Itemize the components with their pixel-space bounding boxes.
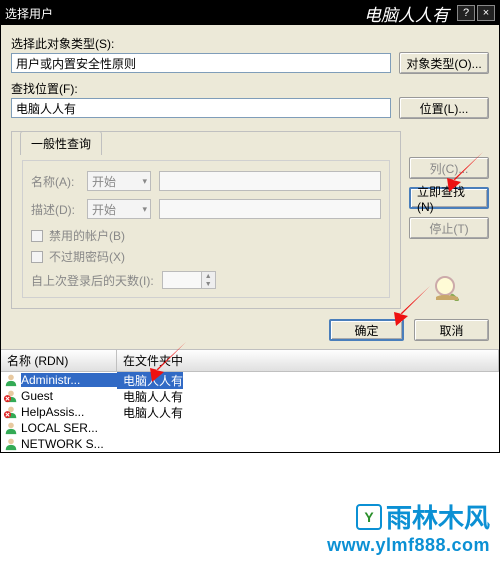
chevron-down-icon: ▼ [202,280,215,288]
checkbox-icon [31,251,43,263]
stop-button[interactable]: 停止(T) [409,217,489,239]
desc-operator-select[interactable]: 开始▾ [87,199,151,219]
titlebar: 选择用户 电脑人人有 ? × [1,1,499,25]
watermark: Y 雨林木风 www.ylmf888.com [327,498,490,556]
results-body: Administr...电脑人人有Guest电脑人人有HelpAssis...电… [1,372,499,452]
cell-name: LOCAL SER... [21,421,117,435]
cell-name: Guest [21,389,117,403]
location-label: 查找位置(F): [11,80,489,97]
cell-name: Administr... [21,373,117,387]
user-icon [3,373,19,387]
column-name[interactable]: 名称 (RDN) [1,350,117,371]
user-icon [3,437,19,451]
ok-button[interactable]: 确定 [329,319,404,341]
name-operator-select[interactable]: 开始▾ [87,171,151,191]
disabled-accounts-checkbox[interactable]: 禁用的帐户(B) [31,227,381,244]
object-types-button[interactable]: 对象类型(O)... [399,52,489,74]
name-row: 名称(A): 开始▾ [31,171,381,191]
tab-general-query[interactable]: 一般性查询 [20,131,102,155]
cancel-button[interactable]: 取消 [414,319,489,341]
cell-name: HelpAssis... [21,405,117,419]
desc-input[interactable] [159,199,381,219]
chevron-up-icon: ▲ [202,272,215,280]
object-type-field[interactable] [11,53,391,73]
location-field[interactable] [11,98,391,118]
table-row[interactable]: HelpAssis...电脑人人有 [1,404,499,420]
cell-folder: 电脑人人有 [117,404,183,421]
nonexpiring-password-checkbox[interactable]: 不过期密码(X) [31,248,381,265]
table-row[interactable]: LOCAL SER... [1,420,499,436]
chevron-down-icon: ▾ [142,176,147,187]
columns-button[interactable]: 列(C)... [409,157,489,179]
find-now-button[interactable]: 立即查找(N) [409,187,489,209]
query-inner: 名称(A): 开始▾ 描述(D): 开始▾ 禁用的帐户(B) 不过期密码(X) … [22,160,390,298]
days-since-label: 自上次登录后的天数(I): [31,272,154,289]
search-icon [432,273,466,306]
days-since-row: 自上次登录后的天数(I): ▲▼ [31,271,381,289]
desc-row: 描述(D): 开始▾ [31,199,381,219]
user-icon [3,421,19,435]
user-icon [3,389,19,403]
dialog-body: 选择此对象类型(S): 对象类型(O)... 查找位置(F): 位置(L)...… [1,25,499,349]
watermark-logo-icon: Y [356,504,382,530]
chevron-down-icon: ▾ [142,204,147,215]
results-header: 名称 (RDN) 在文件夹中 [1,350,499,372]
results-list: 名称 (RDN) 在文件夹中 Administr...电脑人人有Guest电脑人… [1,349,499,452]
checkbox-icon [31,230,43,242]
right-button-column: 列(C)... 立即查找(N) 停止(T) [409,157,489,306]
cell-folder: 电脑人人有 [117,372,183,389]
brand-text: 电脑人人有 [364,1,449,26]
watermark-brand: 雨林木风 [386,498,490,535]
name-label: 名称(A): [31,173,87,190]
table-row[interactable]: Guest电脑人人有 [1,388,499,404]
cell-folder: 电脑人人有 [117,388,183,405]
days-spinner-input[interactable] [162,271,202,289]
days-spinner-buttons[interactable]: ▲▼ [202,271,216,289]
ok-cancel-row: 确定 取消 [11,319,489,341]
dialog-window: 选择用户 电脑人人有 ? × 选择此对象类型(S): 对象类型(O)... 查找… [0,0,500,453]
name-input[interactable] [159,171,381,191]
query-group: 一般性查询 名称(A): 开始▾ 描述(D): 开始▾ 禁用的帐户(B) 不过期… [11,131,401,309]
column-folder[interactable]: 在文件夹中 [117,350,499,371]
user-icon [3,405,19,419]
window-title: 选择用户 [5,5,53,22]
close-button[interactable]: × [477,5,495,21]
help-button[interactable]: ? [457,5,475,21]
table-row[interactable]: Administr...电脑人人有 [1,372,499,388]
watermark-url: www.ylmf888.com [327,535,490,556]
locations-button[interactable]: 位置(L)... [399,97,489,119]
object-type-label: 选择此对象类型(S): [11,35,489,52]
desc-label: 描述(D): [31,201,87,218]
table-row[interactable]: NETWORK S... [1,436,499,452]
cell-name: NETWORK S... [21,437,117,451]
